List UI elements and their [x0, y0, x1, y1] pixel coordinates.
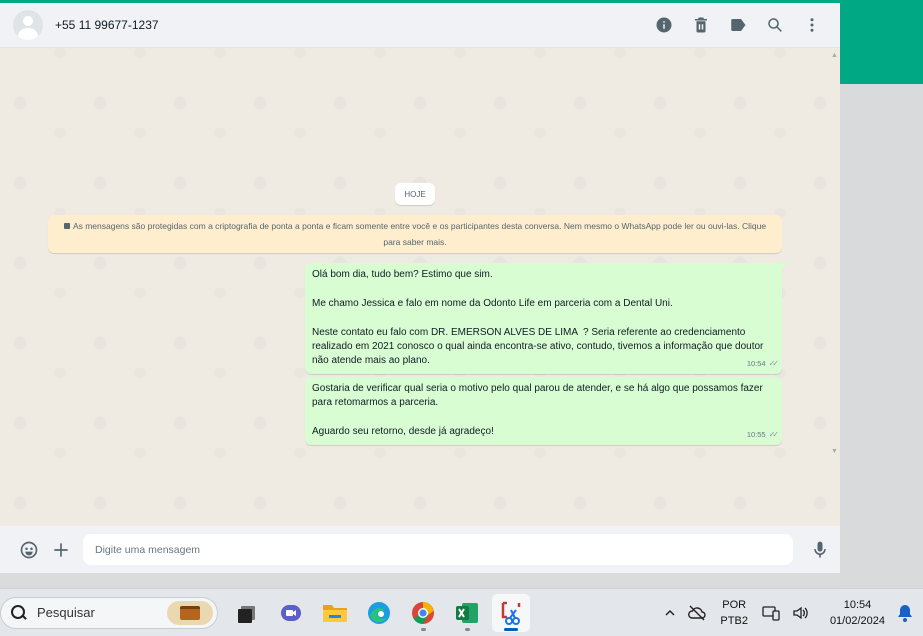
contact-name[interactable]: +55 11 99677-1237: [55, 18, 159, 32]
search-label: Pesquisar: [37, 605, 95, 620]
edge-icon[interactable]: [360, 594, 398, 632]
excel-icon[interactable]: [448, 594, 486, 632]
encryption-notice-text: As mensagens são protegidas com a cripto…: [72, 221, 767, 247]
volume-icon[interactable]: [786, 589, 816, 636]
message-input[interactable]: [83, 534, 793, 565]
task-view-icon[interactable]: [228, 594, 266, 632]
encryption-notice[interactable]: As mensagens são protegidas com a cripto…: [48, 215, 782, 253]
emoji-icon[interactable]: [14, 535, 44, 565]
message-time: 10:55: [746, 429, 766, 439]
microphone-icon[interactable]: [805, 535, 835, 565]
header-actions: [645, 7, 830, 44]
message-time: 10:54: [746, 358, 766, 368]
chat-window: +55 11 99677-1237 ▲ HOJE As mensagens sã…: [0, 3, 840, 573]
date-chip: HOJE: [395, 183, 435, 205]
avatar[interactable]: [13, 10, 43, 40]
notification-bell-icon[interactable]: [893, 589, 923, 636]
taskbar-search[interactable]: Pesquisar: [0, 596, 218, 629]
network-icon[interactable]: [756, 589, 786, 636]
windows-taskbar: Pesquisar POR PTB2 10:54 01/02/2024: [0, 588, 923, 636]
system-tray: POR PTB2 10:54 01/02/2024: [658, 589, 923, 636]
running-indicator: [421, 627, 426, 631]
input-language[interactable]: POR PTB2: [712, 589, 756, 636]
running-indicator: [465, 627, 470, 631]
background-panel: [840, 84, 923, 588]
search-icon[interactable]: [756, 7, 793, 44]
chat-header[interactable]: +55 11 99677-1237: [0, 3, 840, 48]
lock-icon: [63, 223, 70, 229]
background-accent-block: [840, 0, 923, 84]
cloud-offline-icon[interactable]: [682, 589, 712, 636]
briefcase-icon[interactable]: [167, 600, 213, 625]
clock-date: 01/02/2024: [829, 614, 885, 627]
clock[interactable]: 10:54 01/02/2024: [816, 589, 893, 636]
delete-icon[interactable]: [682, 7, 719, 44]
scroll-up-arrow[interactable]: ▲: [831, 52, 838, 59]
label-icon[interactable]: [719, 7, 756, 44]
taskbar-apps: [228, 593, 530, 632]
teams-icon[interactable]: [272, 594, 310, 632]
bubble-tail: [780, 263, 788, 271]
message-text: Gostaria de verificar qual seria o motiv…: [312, 383, 763, 438]
menu-icon[interactable]: [793, 7, 830, 44]
message-bubble-outgoing[interactable]: Gostaria de verificar qual seria o motiv…: [305, 377, 782, 445]
message-meta: 10:54 ✓✓: [746, 357, 780, 371]
attach-plus-icon[interactable]: [46, 535, 76, 565]
info-icon[interactable]: [645, 7, 682, 44]
clock-time: 10:54: [843, 598, 872, 611]
double-check-icon: ✓✓: [768, 358, 780, 368]
search-icon: [11, 604, 27, 621]
snipping-tool-icon[interactable]: [492, 593, 530, 632]
message-text: Olá bom dia, tudo bem? Estimo que sim. M…: [312, 269, 764, 367]
double-check-icon: ✓✓: [768, 429, 780, 439]
file-explorer-icon[interactable]: [316, 594, 354, 632]
chevron-up-icon[interactable]: [658, 589, 682, 636]
message-bubble-outgoing[interactable]: Olá bom dia, tudo bem? Estimo que sim. M…: [305, 263, 788, 374]
language-code: POR: [722, 598, 747, 611]
scroll-down-arrow[interactable]: ▼: [831, 448, 838, 455]
chrome-icon[interactable]: [404, 594, 442, 632]
keyboard-layout: PTB2: [720, 614, 748, 627]
message-composer: [0, 526, 840, 573]
active-indicator: [504, 627, 518, 631]
message-meta: 10:55 ✓✓: [746, 428, 780, 442]
